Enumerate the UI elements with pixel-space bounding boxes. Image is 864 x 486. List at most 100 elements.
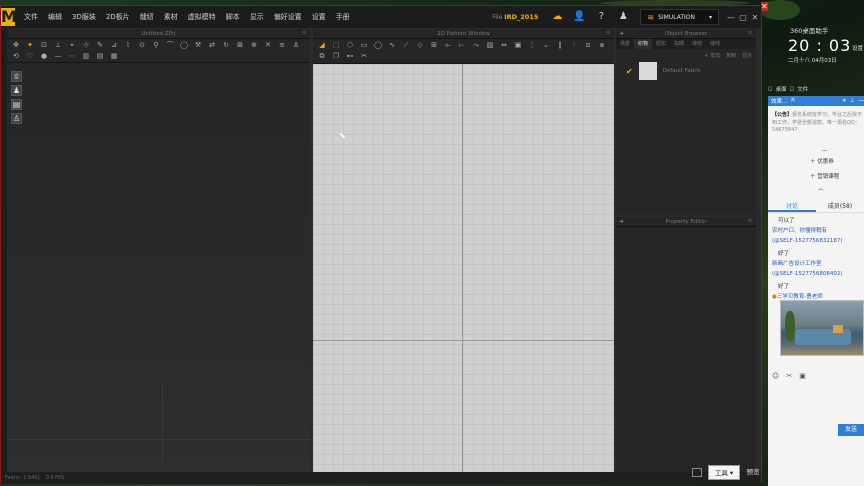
dash-icon[interactable]: ⋯ [66, 52, 78, 61]
menu-display[interactable]: 显示 [245, 6, 269, 28]
menu-manual[interactable]: 手册 [331, 6, 355, 28]
help-icon[interactable]: ? [594, 10, 608, 24]
cross-icon[interactable]: ✕ [262, 41, 274, 50]
fold-line-icon[interactable]: ⧄ [582, 41, 594, 50]
coupon-link[interactable]: ＋ 优惠券 [810, 157, 834, 165]
tab-members[interactable]: 成员(58) [816, 200, 864, 212]
share-icon[interactable]: ⇱ [791, 98, 796, 104]
menu-3d-garment[interactable]: 3D服装 [67, 6, 101, 28]
tab-stitch[interactable]: 缝线 [706, 39, 724, 49]
heart-icon[interactable]: ♡ [24, 52, 36, 61]
tab-sewing[interactable]: 缝纫 [688, 39, 706, 49]
pattern-select-icon[interactable]: ◢ [316, 41, 328, 50]
garment-icon[interactable]: ⚲ [150, 41, 162, 50]
sync-icon[interactable]: ⟲ [10, 52, 22, 61]
wrench-icon[interactable]: ⚒ [192, 41, 204, 50]
grain-icon[interactable]: ⇔ [498, 41, 510, 50]
rectangle-icon[interactable]: ▭ [358, 41, 370, 50]
desktop-label[interactable]: 桌面 [776, 85, 787, 93]
dot-icon[interactable]: ● [38, 52, 50, 61]
3d-viewport[interactable]: ♕ ♟ ▤ ♙ [7, 63, 310, 472]
menu-settings[interactable]: 设置 [307, 6, 331, 28]
tab-scene[interactable]: 场景 [616, 39, 634, 49]
symmetry-icon[interactable]: ⧈ [596, 41, 608, 50]
collapse-arrow-icon[interactable]: ➜ [619, 29, 624, 39]
desktop-icon[interactable]: ◻ [768, 86, 773, 92]
pattern-view-icon[interactable]: ▤ [11, 99, 22, 110]
move-tool-icon[interactable]: ✦ [24, 41, 36, 50]
pin-icon[interactable]: ⌖ [66, 41, 78, 50]
topstitch-icon[interactable]: ⋮ [526, 41, 538, 50]
minimize-button[interactable]: — [725, 13, 737, 22]
chat-user-link[interactable]: 新画广告设计工作室 [772, 259, 822, 267]
ruler-icon[interactable]: ⊷ [344, 52, 356, 61]
menu-edit[interactable]: 编辑 [43, 6, 67, 28]
point-icon[interactable]: ⊕ [248, 41, 260, 50]
garment-view-icon[interactable]: ♕ [11, 71, 22, 82]
skeleton-view-icon[interactable]: ♙ [11, 113, 22, 124]
flip-icon[interactable]: ⇄ [206, 41, 218, 50]
chat-user-link[interactable]: 农村户口、你懂得稍有 [772, 226, 827, 234]
layout-toggle-icon[interactable] [692, 468, 702, 477]
pin-icon[interactable]: ⊥ [850, 98, 855, 104]
chat-sender-name[interactable]: ●三学贝教育-曹老师 [772, 292, 823, 300]
edit-point-icon[interactable]: ⬚ [330, 41, 342, 50]
fold-icon[interactable]: ⟂ [52, 41, 64, 50]
tab-buttonhole[interactable]: 扣眼 [670, 39, 688, 49]
image-icon[interactable]: ▣ [799, 372, 806, 380]
popout-icon[interactable]: ⇱ [748, 217, 753, 227]
pattern-canvas[interactable]: ⬊ [313, 64, 614, 474]
segment-icon[interactable]: ⊠ [234, 41, 246, 50]
polygon-icon[interactable]: ⬡ [344, 41, 356, 50]
copy-icon[interactable]: ❐ [330, 52, 342, 61]
seg-sew-icon[interactable]: ⟝ [456, 41, 468, 50]
sew-icon[interactable]: ⟜ [442, 41, 454, 50]
graphic-icon[interactable]: ▣ [512, 41, 524, 50]
avatar-tool-icon[interactable]: ♙ [290, 41, 302, 50]
menu-file[interactable]: 文件 [19, 6, 43, 28]
preview-button[interactable]: 预览 [743, 465, 763, 480]
cloud-icon[interactable]: ☁ [550, 10, 564, 24]
file-label[interactable]: 文件 [797, 85, 808, 93]
select-tool-icon[interactable]: ✥ [10, 41, 22, 50]
simulation-mode-dropdown[interactable]: ≋ SIMULATION ▾ [640, 9, 719, 25]
chat-user-link[interactable]: (@SELF-1527756832187) [772, 238, 842, 244]
tool-button[interactable]: 工具 ▾ [708, 465, 740, 480]
grid-icon[interactable]: ▦ [108, 52, 120, 61]
internal-line-icon[interactable]: ⟋ [400, 41, 412, 50]
menu-materials[interactable]: 素材 [159, 6, 183, 28]
emoji-icon[interactable]: ☺ [772, 372, 779, 380]
hanger-icon[interactable]: ⌒ [164, 41, 176, 50]
free-sew-icon[interactable]: ⤳ [470, 41, 482, 50]
dart-icon[interactable]: ◇ [414, 41, 426, 50]
maximize-button[interactable]: ▢ [737, 13, 749, 22]
collapse-up-icon[interactable]: ︿ [818, 184, 824, 192]
menu-2d-pattern[interactable]: 2D板片 [101, 6, 135, 28]
popout-icon[interactable]: ⇱ [302, 29, 307, 39]
chat-user-link[interactable]: (@SELF-1527756808402) [772, 271, 842, 277]
show-button[interactable]: 显示 [742, 52, 752, 59]
side-settings-label[interactable]: 设置 [852, 44, 863, 52]
add-button[interactable]: + 增加 [704, 52, 720, 59]
scissors-icon[interactable]: ✂ [786, 372, 792, 380]
rotate-icon[interactable]: ↻ [220, 41, 232, 50]
seam-icon[interactable]: ∥ [554, 41, 566, 50]
line-icon[interactable]: — [52, 52, 64, 61]
notch-icon[interactable]: ⌄ [540, 41, 552, 50]
ring-icon[interactable]: ◯ [178, 41, 190, 50]
zipper-icon[interactable]: ⌇ [122, 41, 134, 50]
curve-icon[interactable]: ∿ [386, 41, 398, 50]
copy-button[interactable]: 复制 [726, 52, 736, 59]
close-button[interactable]: ✕ [749, 13, 761, 22]
button-icon[interactable]: ⊙ [136, 41, 148, 50]
course-link[interactable]: ＋ 营销课程 [810, 172, 839, 180]
dropdown-icon[interactable]: ▾ [843, 98, 846, 104]
menu-preferences[interactable]: 偏好设置 [269, 6, 307, 28]
brush-icon[interactable]: ✎ [94, 41, 106, 50]
menu-script[interactable]: 脚本 [221, 6, 245, 28]
trace-icon[interactable]: ⊞ [428, 41, 440, 50]
fill-icon[interactable]: ▤ [94, 52, 106, 61]
popout-icon[interactable]: ⇱ [606, 29, 611, 39]
send-button[interactable]: 发送 [838, 424, 864, 436]
cut-icon[interactable]: ✂ [358, 52, 370, 61]
